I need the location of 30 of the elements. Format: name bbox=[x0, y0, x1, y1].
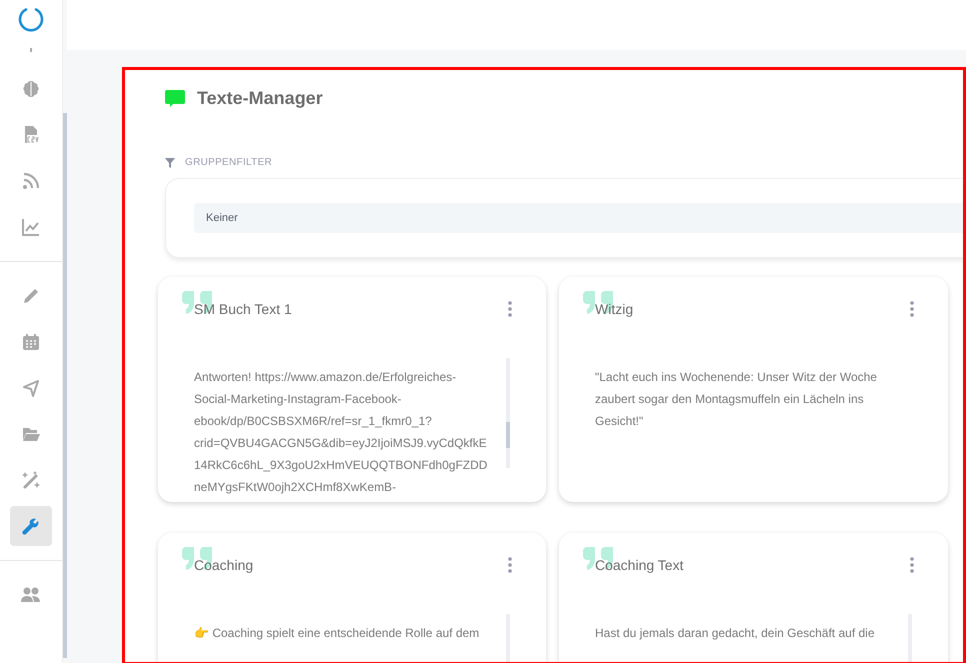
users-icon bbox=[20, 585, 42, 605]
more-options-icon[interactable] bbox=[910, 301, 914, 317]
card-text: Hast du jemals daran gedacht, dein Geschäft auf die bbox=[595, 625, 876, 642]
filter-icon bbox=[165, 158, 175, 168]
scrollbar[interactable] bbox=[63, 113, 67, 658]
ring-logo-icon[interactable] bbox=[17, 6, 45, 34]
group-select[interactable]: Keiner bbox=[194, 203, 966, 233]
more-options-icon[interactable] bbox=[910, 557, 914, 573]
more-options-icon[interactable] bbox=[508, 301, 512, 317]
card-title: Witzig bbox=[595, 301, 634, 317]
quote-icon bbox=[182, 291, 214, 315]
line-chart-icon bbox=[21, 217, 41, 237]
card-title: Coaching bbox=[194, 557, 254, 573]
more-options-icon[interactable] bbox=[508, 557, 512, 573]
card-text: Antworten! https://www.amazon.de/Erfolgreiches- Social-Marketing-Instagram-Facebook- ebook/dp/B0CSBSXM6R/ref=sr_1_fkmr0_1? crid=QVBU4GACGN5G&dib=eyJ2IjoiMSJ9.vyCdQkfkE 14RkC6c6hL_9X3goU2xHmVEUQQTBONFdh0gFZDD neMYgsFKtW0ojh2XCHmf8XwKemB- bbox=[194, 369, 488, 496]
wrench-icon bbox=[21, 516, 41, 536]
brain-icon bbox=[21, 79, 41, 99]
pencil-icon bbox=[21, 286, 41, 306]
speech-bubble-icon bbox=[165, 90, 185, 108]
sidebar-item[interactable] bbox=[10, 506, 52, 546]
card-title: Coaching Text bbox=[595, 557, 684, 573]
magic-wand-icon bbox=[21, 470, 41, 490]
send-icon bbox=[21, 378, 41, 398]
page-title: Texte-Manager bbox=[197, 88, 323, 109]
card-text: "Lacht euch ins Wochenende: Unser Witz der Woche zaubert sogar den Montagsmuffeln ein Lächeln ins Gesicht!" bbox=[595, 369, 878, 430]
card-title: SM Buch Text 1 bbox=[194, 301, 293, 317]
rss-icon bbox=[21, 171, 41, 191]
filter-label: GRUPPENFILTER bbox=[185, 157, 272, 168]
card-text: 👉 Coaching spielt eine entscheidende Rolle auf dem bbox=[194, 625, 480, 642]
calendar-icon bbox=[21, 332, 41, 352]
